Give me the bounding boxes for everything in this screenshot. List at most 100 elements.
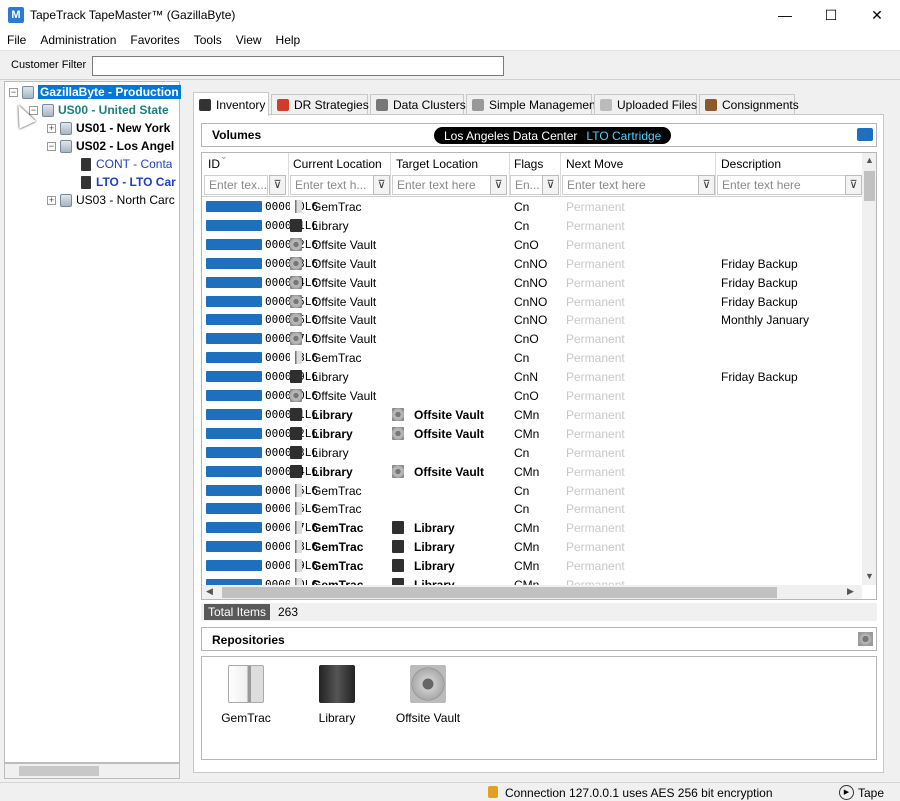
grid-horizontal-scrollbar[interactable]: ◀ ▶ bbox=[202, 585, 862, 599]
library-icon bbox=[392, 521, 404, 535]
column-divider[interactable] bbox=[288, 153, 289, 197]
table-row[interactable]: 000003L6Offsite VaultCnNOPermanentFriday… bbox=[202, 255, 862, 274]
table-row[interactable]: 000005L6Offsite VaultCnNOPermanentFriday… bbox=[202, 293, 862, 312]
current-location-cell: Offsite Vault bbox=[290, 294, 376, 309]
customer-filter-input[interactable] bbox=[92, 56, 504, 76]
menu-help[interactable]: Help bbox=[269, 33, 308, 47]
filter-funnel-icon[interactable]: ⊽ bbox=[373, 175, 390, 195]
tree-node[interactable]: + US03 - North Carc bbox=[47, 191, 175, 209]
close-button[interactable]: ✕ bbox=[854, 0, 900, 30]
col-header-flags[interactable]: Flags bbox=[514, 157, 543, 171]
column-divider[interactable] bbox=[715, 153, 716, 197]
tree-node[interactable]: − US02 - Los Angel bbox=[47, 137, 174, 155]
tree-node[interactable]: − US00 - United State bbox=[29, 101, 169, 119]
filter-funnel-icon[interactable]: ⊽ bbox=[542, 175, 559, 195]
flags-cell: CMn bbox=[514, 407, 540, 422]
table-row[interactable]: 000002L6Offsite VaultCnOPermanent bbox=[202, 236, 862, 255]
scroll-up-icon[interactable]: ▲ bbox=[865, 155, 874, 165]
play-icon[interactable]: ▶ bbox=[839, 785, 854, 800]
menu-view[interactable]: View bbox=[229, 33, 269, 47]
tree-node[interactable]: + US01 - New York bbox=[47, 119, 170, 137]
filter-id-input[interactable]: Enter tex... bbox=[204, 175, 268, 195]
table-row[interactable]: 000009L6LibraryCnNPermanentFriday Backup bbox=[202, 368, 862, 387]
tab-simple-management[interactable]: Simple Management bbox=[466, 94, 599, 115]
filter-next-input[interactable]: Enter text here bbox=[562, 175, 699, 195]
table-row[interactable]: 000011L6LibraryOffsite VaultCMnPermanent bbox=[202, 406, 862, 425]
filter-funnel-icon[interactable]: ⊽ bbox=[269, 175, 286, 195]
repository-library[interactable]: Library bbox=[297, 665, 377, 725]
col-header-id[interactable]: ID bbox=[208, 157, 220, 171]
table-row[interactable]: 000019L6GemTracLibraryCMnPermanent bbox=[202, 557, 862, 576]
filter-funnel-icon[interactable]: ⊽ bbox=[845, 175, 862, 195]
table-row[interactable]: 000020L6GemTracLibraryCMnPermanent bbox=[202, 576, 862, 585]
next-move-cell: Permanent bbox=[566, 237, 625, 252]
table-row[interactable]: 000010L6Offsite VaultCnOPermanent bbox=[202, 387, 862, 406]
table-row[interactable]: 000006L6Offsite VaultCnNOPermanentMonthl… bbox=[202, 311, 862, 330]
tree-horizontal-scrollbar[interactable] bbox=[4, 763, 180, 779]
grid-vscroll-thumb[interactable] bbox=[864, 171, 875, 201]
next-move-cell: Permanent bbox=[566, 294, 625, 309]
tree-scroll-thumb[interactable] bbox=[19, 766, 99, 776]
status-tape-label[interactable]: Tape bbox=[858, 786, 884, 800]
menu-file[interactable]: File bbox=[0, 33, 33, 47]
maximize-button[interactable]: ☐ bbox=[808, 0, 854, 30]
menu-tools[interactable]: Tools bbox=[187, 33, 229, 47]
tree-expander-icon[interactable]: − bbox=[47, 141, 56, 151]
table-row[interactable]: 000012L6LibraryOffsite VaultCMnPermanent bbox=[202, 425, 862, 444]
filter-funnel-icon[interactable]: ⊽ bbox=[490, 175, 507, 195]
repository-gemtrac[interactable]: GemTrac bbox=[206, 665, 286, 725]
repository-label: Library bbox=[318, 711, 356, 725]
column-divider[interactable] bbox=[390, 153, 391, 197]
library-icon bbox=[290, 445, 302, 459]
table-row[interactable]: 000018L6GemTracLibraryCMnPermanent bbox=[202, 538, 862, 557]
table-row[interactable]: 000014L6LibraryOffsite VaultCMnPermanent bbox=[202, 463, 862, 482]
location-breadcrumb[interactable]: Los Angeles Data Center LTO Cartridge bbox=[434, 127, 672, 144]
menu-administration[interactable]: Administration bbox=[33, 33, 123, 47]
tab-uploaded-files[interactable]: Uploaded Files bbox=[594, 94, 697, 115]
table-row[interactable]: 000008L6GemTracCnPermanent bbox=[202, 349, 862, 368]
menu-favorites[interactable]: Favorites bbox=[123, 33, 186, 47]
target-location-cell: Library bbox=[392, 578, 455, 585]
tab-consignments[interactable]: Consignments bbox=[699, 94, 799, 115]
panel-splitter[interactable] bbox=[181, 81, 187, 781]
filter-current-input[interactable]: Enter text h... bbox=[290, 175, 374, 195]
grid-vertical-scrollbar[interactable]: ▲ ▼ bbox=[862, 153, 876, 585]
repository-offsite-vault[interactable]: Offsite Vault bbox=[388, 665, 468, 725]
col-header-current-location[interactable]: Current Location bbox=[293, 157, 382, 171]
flags-cell: CMn bbox=[514, 559, 540, 574]
table-row[interactable]: 000015L6GemTracCnPermanent bbox=[202, 482, 862, 501]
filter-target-input[interactable]: Enter text here bbox=[392, 175, 491, 195]
scroll-left-icon[interactable]: ◀ bbox=[206, 586, 213, 597]
library-icon bbox=[290, 370, 302, 384]
col-header-description[interactable]: Description bbox=[721, 157, 781, 171]
table-row[interactable]: 000013L6LibraryCnPermanent bbox=[202, 444, 862, 463]
current-location-cell: Library bbox=[290, 407, 353, 422]
table-row[interactable]: 000016L6GemTracCnPermanent bbox=[202, 500, 862, 519]
table-row[interactable]: 000007L6Offsite VaultCnOPermanent bbox=[202, 330, 862, 349]
col-header-target-location[interactable]: Target Location bbox=[396, 157, 478, 171]
table-row[interactable]: 000004L6Offsite VaultCnNOPermanentFriday… bbox=[202, 274, 862, 293]
scroll-down-icon[interactable]: ▼ bbox=[865, 571, 874, 581]
minimize-button[interactable]: — bbox=[762, 0, 808, 30]
flags-cell: CnNO bbox=[514, 294, 548, 309]
tree-node[interactable]: CONT - Conta bbox=[81, 155, 172, 173]
table-row[interactable]: 000000L6GemTracCnPermanent bbox=[202, 198, 862, 217]
tree-expander-icon[interactable]: + bbox=[47, 195, 56, 205]
scroll-right-icon[interactable]: ▶ bbox=[847, 586, 854, 597]
grid-hscroll-thumb[interactable] bbox=[222, 587, 777, 598]
tab-dr-strategies[interactable]: DR Strategies bbox=[271, 94, 369, 115]
column-divider[interactable] bbox=[560, 153, 561, 197]
tree-expander-icon[interactable]: − bbox=[9, 87, 18, 97]
filter-flags-input[interactable]: En... bbox=[510, 175, 543, 195]
tree-expander-icon[interactable]: + bbox=[47, 123, 56, 133]
tree-node[interactable]: LTO - LTO Car bbox=[81, 173, 176, 191]
col-header-next-move[interactable]: Next Move bbox=[566, 157, 623, 171]
tab-inventory[interactable]: Inventory bbox=[193, 92, 269, 116]
table-row[interactable]: 000001L6LibraryCnPermanent bbox=[202, 217, 862, 236]
target-location-cell: Library bbox=[392, 540, 455, 554]
filter-description-input[interactable]: Enter text here bbox=[717, 175, 846, 195]
tree-node[interactable]: − GazillaByte - Production bbox=[9, 83, 181, 101]
table-row[interactable]: 000017L6GemTracLibraryCMnPermanent bbox=[202, 519, 862, 538]
filter-funnel-icon[interactable]: ⊽ bbox=[698, 175, 715, 195]
tab-data-clusters[interactable]: Data Clusters bbox=[370, 94, 466, 115]
